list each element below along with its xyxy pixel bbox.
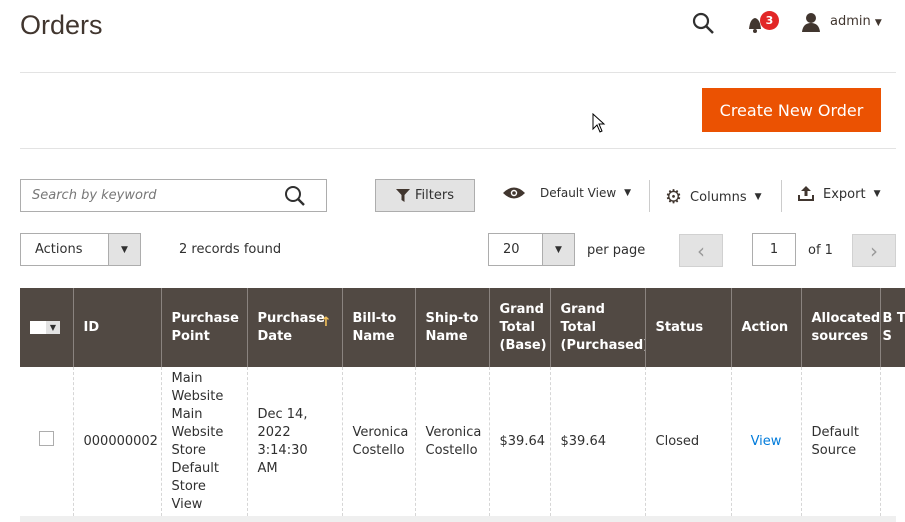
divider (649, 180, 650, 212)
column-header-grand-total-purchased[interactable]: Grand Total (Purchased) (549, 288, 645, 367)
column-header-status[interactable]: Status (644, 288, 731, 367)
export-icon (798, 186, 814, 201)
caret-down-icon: ▼ (873, 189, 881, 199)
column-header-action: Action (730, 288, 801, 367)
select-all-checkbox[interactable]: ▼ (20, 288, 73, 367)
divider (20, 72, 896, 73)
search-input[interactable]: Search by keyword (20, 179, 327, 212)
caret-down-icon: ▼ (46, 320, 60, 334)
filters-label: Filters (415, 188, 454, 203)
view-order-link[interactable]: View (751, 434, 782, 449)
order-id: 000000002 (72, 367, 161, 516)
column-header-allocated-sources[interactable]: Allocated sources (800, 288, 880, 367)
caret-down-icon: ▼ (754, 192, 762, 202)
column-header-purchase-date[interactable]: Purchase Date ↑ (246, 288, 342, 367)
per-page-dropdown[interactable]: 20 ▼ (488, 233, 575, 266)
records-count: 2 records found (179, 242, 282, 257)
column-header-bill-to[interactable]: Bill-to Name (341, 288, 415, 367)
columns-label: Columns (690, 189, 747, 205)
column-header-truncated[interactable]: B T S (879, 288, 905, 367)
search-icon[interactable] (692, 12, 716, 36)
user-icon[interactable] (801, 12, 821, 32)
grand-total-purchased: $39.64 (549, 367, 645, 516)
actions-dropdown[interactable]: Actions ▼ (20, 233, 141, 266)
truncated-cell (879, 367, 905, 516)
next-page-button[interactable]: › (852, 234, 896, 267)
page-title: Orders (20, 10, 103, 40)
caret-down-icon: ▼ (108, 234, 140, 265)
column-header-ship-to[interactable]: Ship-to Name (414, 288, 489, 367)
view-dropdown[interactable]: Default View ▼ (502, 186, 631, 200)
columns-dropdown[interactable]: ⚙ Columns ▼ (665, 186, 762, 208)
actions-label: Actions (35, 242, 83, 257)
export-label: Export (823, 186, 866, 202)
previous-page-button[interactable]: ‹ (679, 234, 723, 267)
mouse-cursor-icon (592, 113, 606, 133)
grand-total-base: $39.64 (488, 367, 550, 516)
sort-ascending-icon: ↑ (320, 315, 332, 330)
page-input[interactable]: 1 (752, 233, 796, 266)
status: Closed (644, 367, 731, 516)
create-new-order-button[interactable]: Create New Order (702, 88, 881, 132)
search-icon[interactable] (284, 185, 306, 207)
view-label: Default View (540, 186, 617, 200)
table-row: 000000002 Main Website Main Website Stor… (20, 367, 905, 516)
divider (781, 180, 782, 212)
per-page-value: 20 (503, 242, 520, 257)
caret-down-icon: ▼ (542, 234, 574, 265)
ship-to-name: Veronica Costello (414, 367, 489, 516)
column-header-id[interactable]: ID (72, 288, 161, 367)
next-row-stripe (20, 516, 896, 522)
caret-down-icon: ▼ (874, 18, 882, 28)
bill-to-name: Veronica Costello (341, 367, 415, 516)
purchase-date-label: Purchase Date (257, 310, 325, 344)
column-header-grand-total-base[interactable]: Grand Total (Base) (488, 288, 550, 367)
row-checkbox[interactable] (20, 367, 73, 516)
notification-badge: 3 (760, 11, 779, 30)
user-name: admin (830, 14, 871, 29)
export-dropdown[interactable]: Export ▼ (797, 186, 880, 202)
divider (20, 148, 896, 149)
per-page-label: per page (587, 243, 646, 258)
gear-icon: ⚙ (665, 186, 683, 208)
user-menu[interactable]: admin ▼ (830, 14, 882, 29)
table-header-row: ▼ ID Purchase Point Purchase Date ↑ Bill-… (20, 288, 905, 367)
column-header-purchase-point[interactable]: Purchase Point (160, 288, 247, 367)
orders-table: ▼ ID Purchase Point Purchase Date ↑ Bill-… (20, 288, 905, 516)
page-total: of 1 (808, 243, 833, 258)
allocated-sources: Default Source (800, 367, 880, 516)
eye-icon (503, 187, 525, 199)
filters-button[interactable]: Filters (375, 179, 475, 212)
page-value: 1 (769, 242, 779, 257)
purchase-point: Main Website Main Website Store Default … (160, 367, 247, 516)
filter-icon (396, 189, 411, 202)
purchase-date: Dec 14, 2022 3:14:30 AM (246, 367, 342, 516)
caret-down-icon: ▼ (624, 188, 632, 198)
